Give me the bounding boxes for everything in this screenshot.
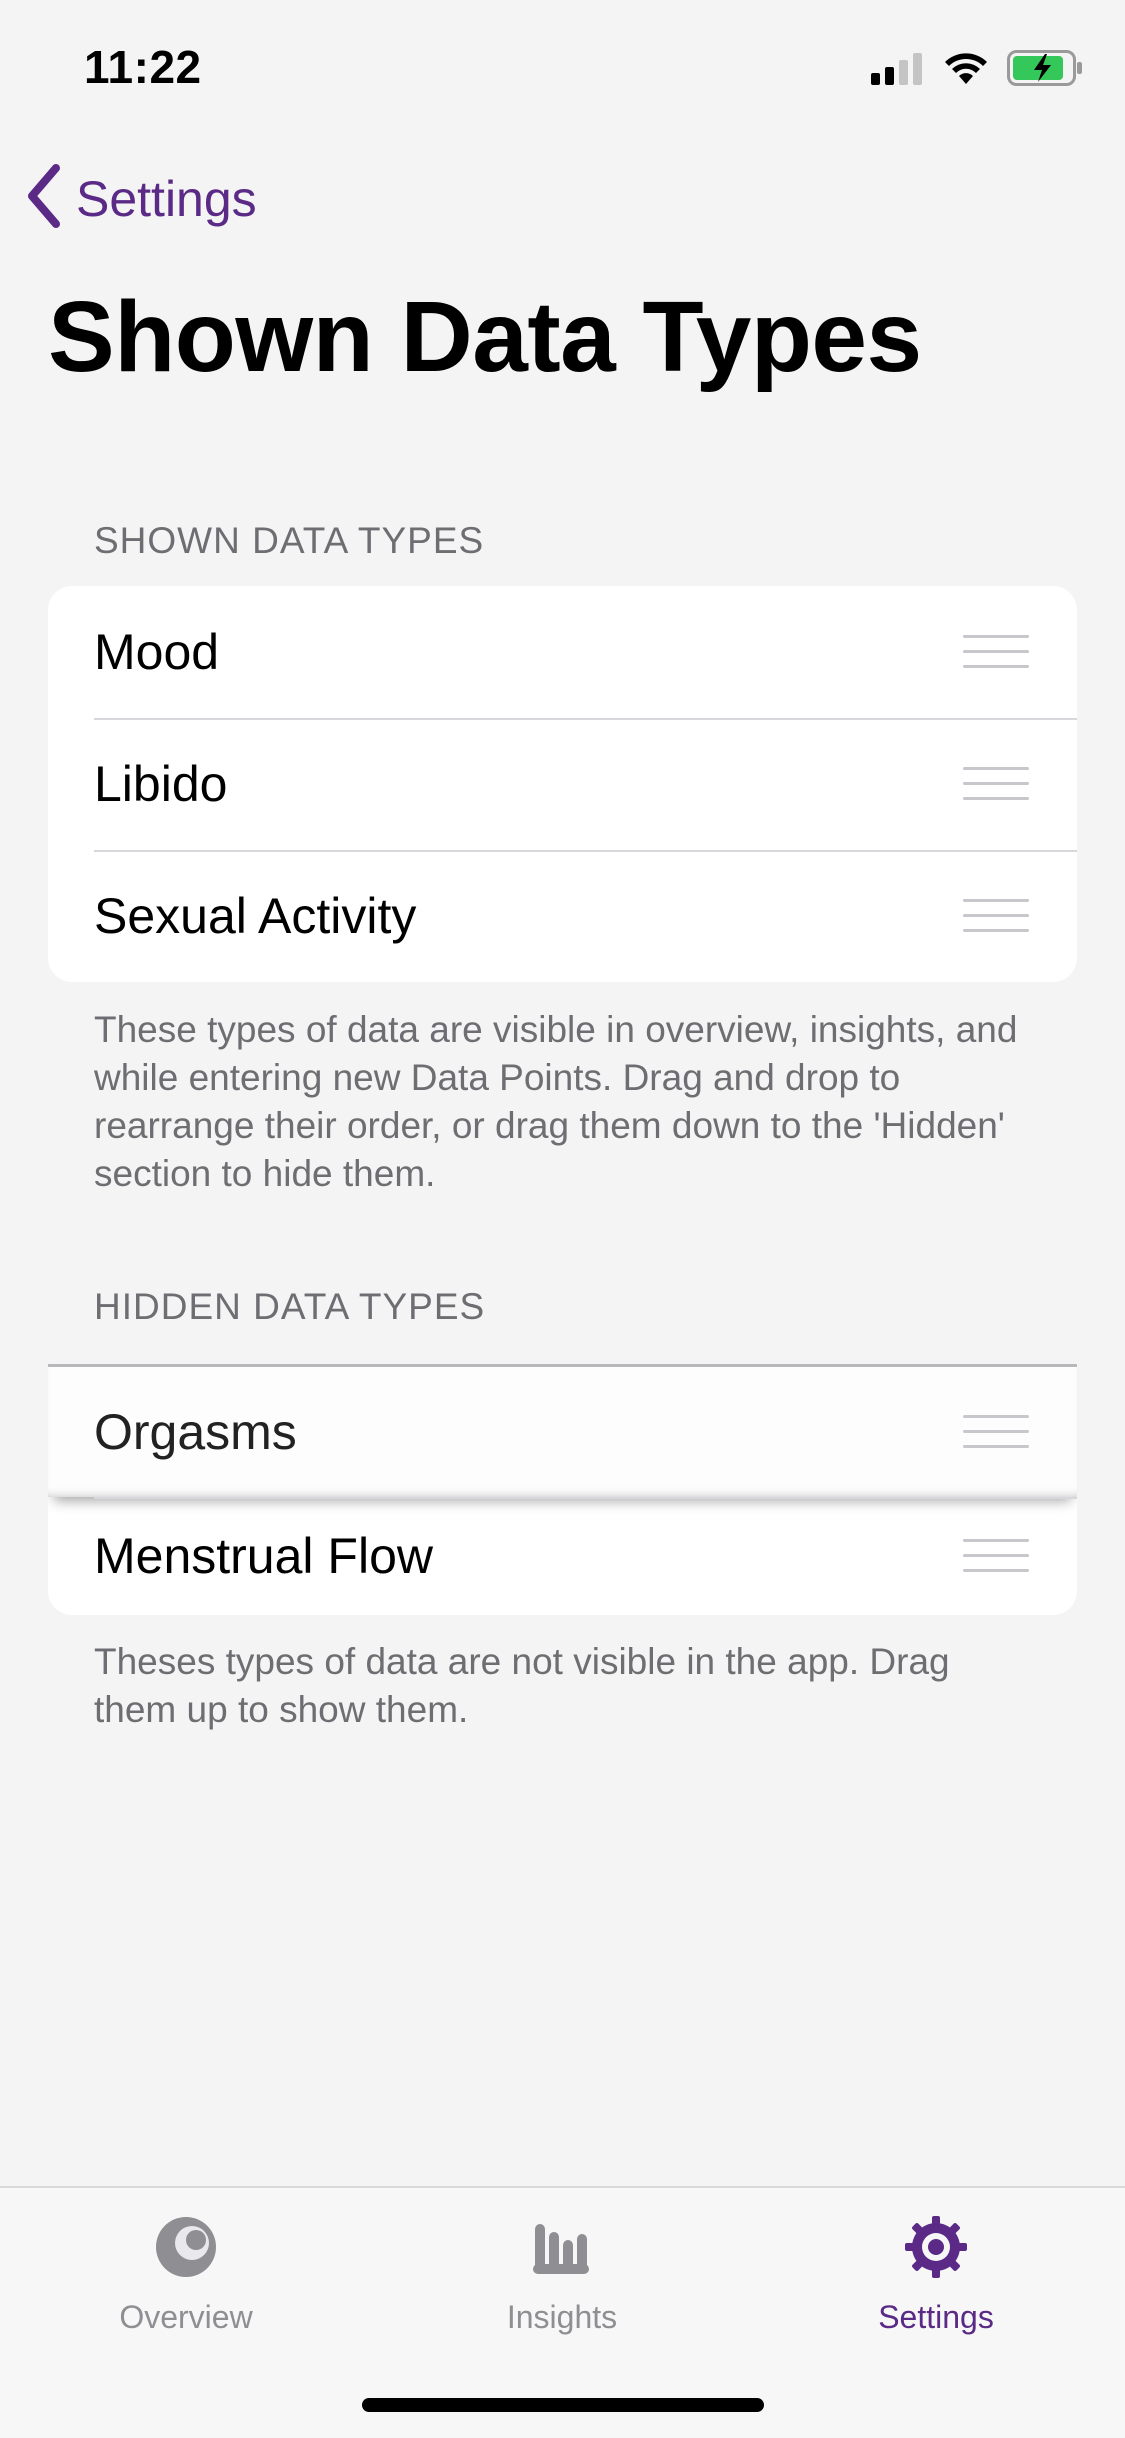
- hidden-data-types-list: Orgasms Menstrual Flow: [48, 1364, 1077, 1615]
- settings-icon: [816, 2214, 1056, 2285]
- drag-handle-icon[interactable]: [963, 767, 1029, 801]
- list-item-menstrual-flow[interactable]: Menstrual Flow: [48, 1497, 1077, 1615]
- back-button[interactable]: Settings: [24, 164, 257, 233]
- status-bar: 11:22: [0, 0, 1125, 132]
- hidden-section-header: HIDDEN DATA TYPES: [94, 1286, 486, 1327]
- list-item-mood[interactable]: Mood: [48, 586, 1077, 718]
- drag-handle-icon[interactable]: [963, 1539, 1029, 1573]
- drag-handle-icon[interactable]: [963, 1415, 1029, 1449]
- wifi-icon: [943, 51, 989, 90]
- insights-icon: [442, 2214, 682, 2285]
- list-item-label: Orgasms: [94, 1404, 297, 1460]
- list-item-label: Sexual Activity: [94, 888, 417, 944]
- list-item-libido[interactable]: Libido: [48, 718, 1077, 850]
- tab-insights[interactable]: Insights: [442, 2214, 682, 2336]
- tab-label: Overview: [119, 2299, 253, 2335]
- chevron-left-icon: [24, 164, 64, 233]
- hidden-section-footer: Theses types of data are not visible in …: [94, 1641, 950, 1730]
- list-item-sexual-activity[interactable]: Sexual Activity: [48, 850, 1077, 982]
- tab-label: Insights: [506, 2299, 618, 2335]
- list-item-label: Menstrual Flow: [94, 1528, 433, 1584]
- shown-section-header: SHOWN DATA TYPES: [94, 520, 485, 561]
- drag-handle-icon[interactable]: [963, 635, 1029, 669]
- cellular-signal-icon: [871, 51, 925, 90]
- battery-charging-icon: [1007, 50, 1083, 91]
- tab-settings[interactable]: Settings: [816, 2214, 1056, 2336]
- list-item-label: Mood: [94, 624, 220, 680]
- shown-data-types-list: Mood Libido Sexual Activity: [48, 586, 1077, 982]
- drag-handle-icon[interactable]: [963, 899, 1029, 933]
- list-item-orgasms[interactable]: Orgasms: [48, 1367, 1077, 1497]
- status-time: 11:22: [84, 41, 202, 93]
- overview-icon: [66, 2214, 306, 2285]
- tab-label: Settings: [878, 2299, 994, 2335]
- status-icons: [871, 50, 1083, 91]
- tab-overview[interactable]: Overview: [66, 2214, 306, 2336]
- home-indicator[interactable]: [362, 2398, 764, 2412]
- shown-section-footer: These types of data are visible in overv…: [94, 1009, 1018, 1194]
- page-title: Shown Data Types: [48, 281, 922, 393]
- back-button-label: Settings: [76, 170, 257, 227]
- list-item-label: Libido: [94, 756, 228, 812]
